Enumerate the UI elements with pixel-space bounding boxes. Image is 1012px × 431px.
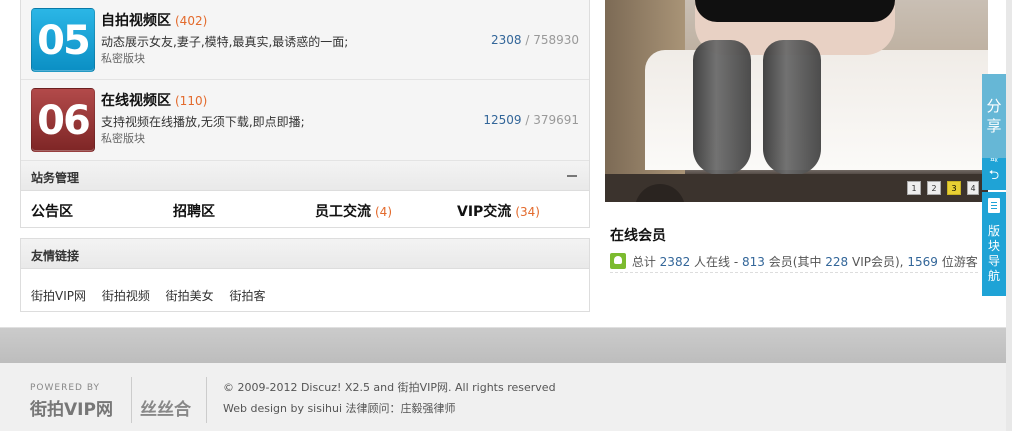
collapse-icon[interactable] — [567, 175, 577, 177]
forum-posts: 379691 — [533, 113, 579, 127]
slide-leg-right — [763, 40, 821, 175]
user-group-icon — [610, 253, 626, 269]
forum-threads: 2308 — [490, 33, 522, 47]
online-total: 2382 — [659, 255, 691, 269]
friend-links-header: 友情链接 — [21, 239, 589, 269]
online-vip-count: 228 — [825, 255, 849, 269]
mgmt-item-announce[interactable]: 公告区 — [31, 201, 77, 221]
footer-divider — [206, 377, 207, 423]
forum-row-05[interactable]: 05 自拍视频区 (402) 动态展示女友,妻子,模特,最真实,最诱惑的一面; 私… — [21, 0, 589, 80]
site-logo[interactable]: 街拍VIP网 — [30, 395, 113, 420]
footer: POWERED BY 街拍VIP网 丝丝合 © 2009-2012 Discuz… — [0, 363, 1006, 431]
design-credit: Web design by sisihui 法律顾问：庄毅强律师 — [223, 402, 456, 415]
friend-links-list: 街拍VIP网 街拍视频 街拍美女 街拍客 — [31, 287, 278, 304]
forum-nav-label[interactable]: 版块导航 — [987, 224, 1001, 284]
mgmt-item-count: (4) — [375, 205, 392, 219]
friend-links-title: 友情链接 — [31, 249, 80, 263]
slide-garment — [695, 0, 895, 22]
mgmt-item-label[interactable]: 招聘区 — [173, 204, 215, 220]
slide-page-button-active[interactable]: 3 — [947, 181, 961, 195]
share-tab[interactable]: 分享 — [982, 74, 1006, 160]
forum-posts: 758930 — [533, 33, 579, 47]
forum-private-label: 私密版块 — [101, 52, 145, 65]
forum-stats: 12509 / 379691 — [483, 113, 579, 127]
online-text: 会员(其中 — [768, 255, 822, 269]
forum-row-06[interactable]: 06 在线视频区 (110) 支持视频在线播放,无须下载,即点即播; 私密版块 1… — [21, 80, 589, 161]
management-header: 站务管理 — [21, 161, 589, 191]
mgmt-item-label[interactable]: 员工交流 — [315, 204, 371, 220]
online-prefix: 总计 — [631, 255, 656, 269]
copyright-text: © 2009-2012 Discuz! X2.5 and 街拍VIP网. All… — [223, 381, 556, 394]
forum-title-text[interactable]: 在线视频区 — [101, 93, 171, 109]
mgmt-item-count: (34) — [515, 205, 540, 219]
online-summary: 总计 2382 人在线 - 813 会员(其中 228 VIP会员), 1569… — [610, 253, 978, 273]
online-members-count: 813 — [742, 255, 765, 269]
forum-today-count: (402) — [175, 14, 208, 28]
friend-links-box: 友情链接 街拍VIP网 街拍视频 街拍美女 街拍客 — [20, 238, 590, 312]
slide-leg-left — [693, 40, 751, 175]
forum-threads: 12509 — [483, 113, 522, 127]
friend-link[interactable]: 街拍VIP网 — [31, 289, 86, 303]
slide-page-button[interactable]: 1 — [907, 181, 921, 195]
designer-logo[interactable]: 丝丝合 — [140, 395, 191, 420]
forum-box: 05 自拍视频区 (402) 动态展示女友,妻子,模特,最真实,最诱惑的一面; 私… — [20, 0, 590, 228]
mgmt-item-staff[interactable]: 员工交流 (4) — [315, 201, 392, 221]
mgmt-item-vip[interactable]: VIP交流 (34) — [457, 201, 540, 221]
mgmt-item-recruit[interactable]: 招聘区 — [173, 201, 219, 221]
online-text: VIP会员), — [852, 255, 904, 269]
footer-band — [0, 327, 1006, 363]
document-icon — [988, 198, 1000, 213]
slideshow-image[interactable] — [605, 0, 988, 202]
slide-page-button[interactable]: 2 — [927, 181, 941, 195]
friend-link[interactable]: 街拍客 — [230, 289, 266, 303]
slide-page-button[interactable]: 4 — [967, 181, 979, 195]
mgmt-item-label[interactable]: VIP交流 — [457, 204, 511, 220]
online-title: 在线会员 — [610, 228, 666, 244]
back-to-top-icon[interactable]: ⮌ — [982, 162, 1006, 190]
forum-stats: 2308 / 758930 — [490, 33, 579, 47]
friend-link[interactable]: 街拍视频 — [102, 289, 150, 303]
online-members: 在线会员 总计 2382 人在线 - 813 会员(其中 228 VIP会员),… — [610, 225, 978, 273]
side-toolbar: 分享 部 ⮌ 版块导航 — [982, 74, 1006, 298]
forum-description: 动态展示女友,妻子,模特,最真实,最诱惑的一面; — [101, 35, 349, 49]
online-text: 人在线 - — [694, 255, 739, 269]
powered-by: POWERED BY — [30, 383, 101, 393]
forum-description: 支持视频在线播放,无须下载,即点即播; — [101, 115, 305, 129]
friend-link[interactable]: 街拍美女 — [166, 289, 214, 303]
management-title[interactable]: 站务管理 — [31, 169, 79, 186]
forum-06-icon[interactable]: 06 — [31, 88, 95, 152]
forum-list: 05 自拍视频区 (402) 动态展示女友,妻子,模特,最真实,最诱惑的一面; 私… — [20, 0, 590, 228]
online-text: 位游客 — [941, 255, 978, 269]
mgmt-item-label[interactable]: 公告区 — [31, 204, 73, 220]
forum-05-icon[interactable]: 05 — [31, 8, 95, 72]
management-items: 公告区 招聘区 员工交流 (4) VIP交流 (34) — [21, 191, 589, 227]
footer-divider — [131, 377, 132, 423]
forum-today-count: (110) — [175, 94, 208, 108]
page-scrollbar[interactable] — [1006, 0, 1012, 431]
forum-nav-tab[interactable]: 版块导航 — [982, 192, 1006, 296]
forum-title[interactable]: 自拍视频区 (402) — [101, 10, 207, 30]
forum-title-text[interactable]: 自拍视频区 — [101, 13, 171, 29]
forum-private-label: 私密版块 — [101, 132, 145, 145]
forum-title[interactable]: 在线视频区 (110) — [101, 90, 207, 110]
online-guest-count: 1569 — [907, 255, 938, 269]
